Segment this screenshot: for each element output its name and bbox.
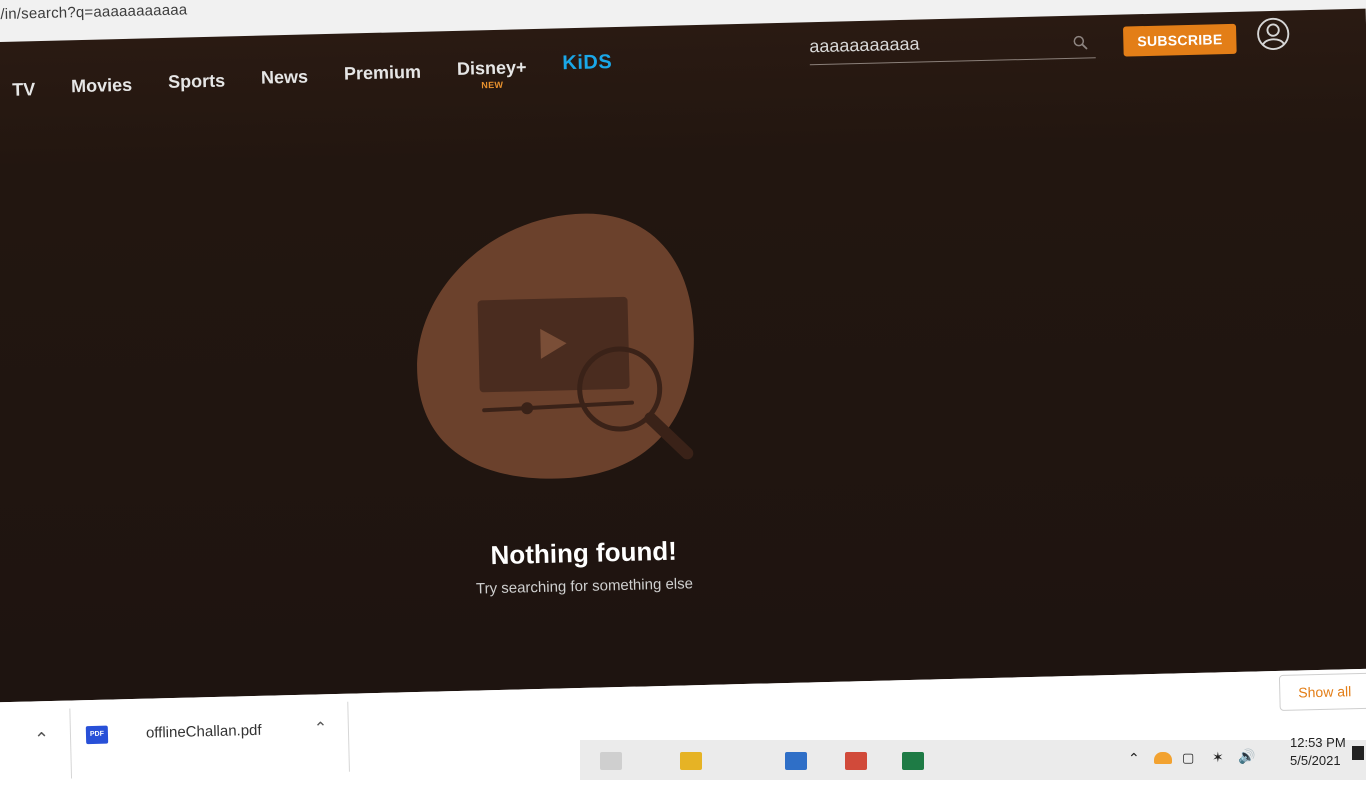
wifi-icon[interactable]: ✶	[1212, 749, 1224, 766]
chevron-up-icon[interactable]: ⌃	[34, 729, 50, 750]
subscribe-button[interactable]: SUBSCRIBE	[1122, 23, 1237, 57]
new-badge: NEW	[481, 79, 504, 91]
url-text[interactable]: /in/search?q=aaaaaaaaaaa	[0, 1, 187, 23]
empty-state-subtitle: Try searching for something else	[475, 575, 694, 598]
user-icon[interactable]	[1256, 16, 1291, 51]
excel-icon[interactable]	[902, 752, 924, 770]
system-clock[interactable]: 12:53 PM 5/5/2021	[1290, 734, 1346, 770]
nav-item-kids[interactable]: KiDS	[562, 51, 612, 75]
search-input[interactable]	[809, 28, 1060, 60]
nav-item-label: Sports	[167, 70, 226, 92]
nav-item-label: Movies	[70, 74, 133, 97]
main-nav: TV Movies Sports News Premium Disney+ NE…	[12, 51, 649, 101]
battery-icon[interactable]: ▢	[1182, 750, 1194, 766]
notepad-icon[interactable]	[785, 752, 807, 770]
taskbar-app-icon[interactable]	[600, 752, 622, 770]
page-content: TV Movies Sports News Premium Disney+ NE…	[0, 8, 1366, 703]
nav-item-movies[interactable]: Movies	[71, 75, 133, 97]
kids-logo: KiDS	[562, 51, 613, 75]
empty-state-title: Nothing found!	[490, 535, 678, 571]
clock-time: 12:53 PM	[1290, 735, 1346, 750]
office-icon[interactable]	[845, 752, 867, 770]
nav-item-disney-plus[interactable]: Disney+ NEW	[456, 57, 527, 90]
nav-item-label: Premium	[343, 61, 422, 84]
volume-icon[interactable]: 🔊	[1238, 748, 1255, 765]
folder-icon[interactable]	[680, 752, 702, 770]
pdf-file-icon: PDF	[85, 725, 109, 745]
onedrive-icon[interactable]	[1154, 752, 1172, 764]
nav-item-label: News	[260, 66, 309, 88]
nav-item-news[interactable]: News	[261, 66, 309, 88]
download-item[interactable]: PDF offlineChallan.pdf ⌃	[85, 716, 347, 752]
screen: /in/search?q=aaaaaaaaaaa TV Movies Sport…	[0, 0, 1366, 792]
clock-date: 5/5/2021	[1290, 753, 1341, 768]
video-search-illustration	[417, 213, 694, 479]
chevron-up-icon[interactable]: ⌃	[1128, 750, 1140, 767]
chevron-up-icon[interactable]: ⌃	[314, 718, 328, 738]
search-icon[interactable]	[1071, 33, 1089, 51]
search-field[interactable]	[809, 27, 1096, 66]
nav-item-premium[interactable]: Premium	[344, 62, 422, 85]
download-file-name[interactable]: offlineChallan.pdf	[146, 722, 262, 742]
divider	[347, 701, 350, 772]
notifications-icon[interactable]	[1352, 746, 1364, 760]
nav-item-sports[interactable]: Sports	[168, 71, 226, 93]
nav-item-label: TV	[11, 79, 36, 100]
nav-item-tv[interactable]: TV	[12, 79, 36, 101]
nav-item-label: Disney+	[456, 57, 527, 79]
show-all-button[interactable]: Show all	[1278, 672, 1366, 711]
